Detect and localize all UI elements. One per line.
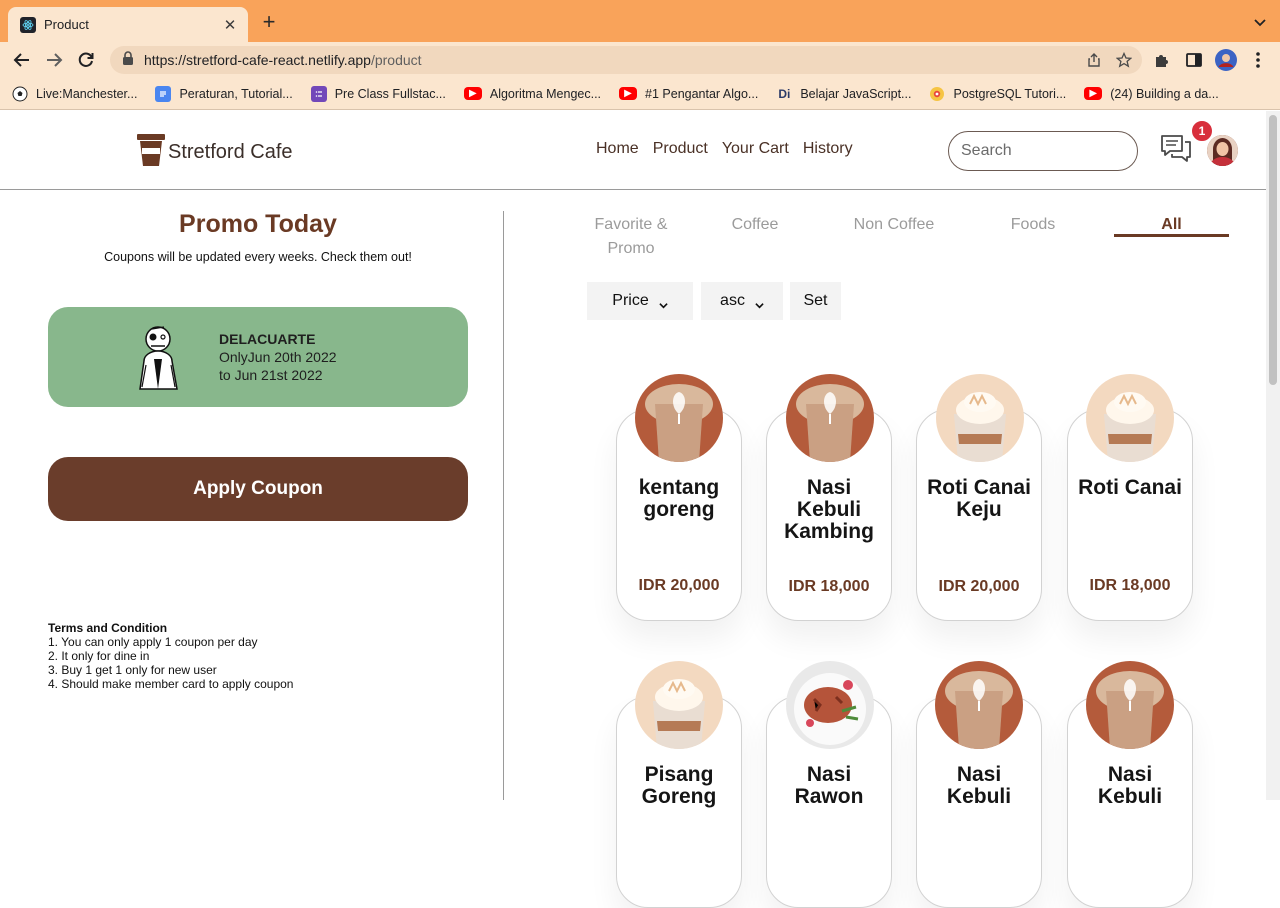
page-scrollbar[interactable] — [1266, 111, 1280, 800]
browser-menu-icon[interactable] — [1246, 48, 1270, 72]
product-image-frappe — [635, 661, 723, 749]
product-name: Pisang Goreng — [641, 763, 717, 808]
coupon-character-illustration — [132, 321, 188, 391]
main-nav: Home Product Your Cart History — [596, 140, 853, 158]
terms-item: 2. It only for dine in — [48, 649, 150, 663]
sort-field-select[interactable]: Price — [587, 282, 693, 320]
apply-coupon-button[interactable]: Apply Coupon — [48, 457, 468, 521]
product-price: IDR 18,000 — [788, 578, 870, 595]
reload-icon[interactable] — [74, 48, 98, 72]
promo-subtitle: Coupons will be updated every weeks. Che… — [104, 250, 412, 264]
bookmark-star-icon[interactable] — [1115, 51, 1133, 73]
product-image-latte — [935, 661, 1023, 749]
browser-toolbar: https://stretford-cafe-react.netlify.app… — [0, 42, 1280, 78]
tab-title: Product — [44, 17, 89, 32]
product-name: Nasi Kebuli — [1097, 763, 1163, 808]
terms-item: 1. You can only apply 1 coupon per day — [48, 635, 258, 649]
bookmarks-bar: Live:Manchester... Peraturan, Tutorial..… — [0, 78, 1280, 110]
coffee-cup-logo-icon — [136, 133, 166, 172]
forward-arrow-icon[interactable] — [42, 48, 66, 72]
product-price: IDR 20,000 — [938, 578, 1020, 595]
google-forms-icon — [310, 85, 327, 102]
product-image-latte — [1086, 661, 1174, 749]
product-name: Nasi Kebuli Kambing — [784, 476, 874, 543]
new-tab-icon[interactable]: + — [258, 11, 280, 34]
bookmark-item[interactable]: Live:Manchester... — [12, 86, 137, 102]
category-tab-favorite-promo[interactable]: Favorite & Promo — [578, 213, 684, 261]
user-avatar[interactable] — [1207, 135, 1238, 166]
extensions-puzzle-icon[interactable] — [1150, 48, 1174, 72]
terms-item: 3. Buy 1 get 1 only for new user — [48, 663, 217, 677]
category-tab-foods[interactable]: Foods — [992, 213, 1074, 237]
product-price: IDR 20,000 — [638, 577, 720, 594]
site-logo[interactable]: Stretford Cafe — [136, 133, 293, 172]
browser-tab-bar: Product ✕ + — [0, 0, 1280, 42]
terms-item: 4. Should make member card to apply coup… — [48, 677, 294, 691]
product-image-frappe — [1086, 374, 1174, 462]
browser-tab[interactable]: Product ✕ — [8, 7, 248, 42]
bookmark-item[interactable]: Di Belajar JavaScript... — [776, 86, 911, 102]
bookmark-item[interactable]: Peraturan, Tutorial... — [155, 85, 293, 102]
product-name: kentang goreng — [638, 476, 720, 521]
youtube-icon: ▶ — [463, 87, 482, 100]
terms-title: Terms and Condition — [48, 621, 168, 635]
product-name: Nasi Kebuli — [946, 763, 1012, 808]
search-input[interactable] — [948, 131, 1138, 171]
bookmark-item[interactable]: Pre Class Fullstac... — [310, 85, 446, 102]
product-image-frappe — [936, 374, 1024, 462]
product-name: Roti Canai — [1078, 476, 1182, 499]
sort-order-select[interactable]: asc — [701, 282, 783, 320]
product-image-latte — [635, 374, 723, 462]
profile-avatar-icon[interactable] — [1214, 48, 1238, 72]
category-tab-non-coffee[interactable]: Non Coffee — [838, 213, 950, 237]
category-tab-coffee[interactable]: Coffee — [710, 213, 800, 237]
bookmark-item[interactable]: PostgreSQL Tutori... — [929, 86, 1066, 102]
tab-search-chevron-icon[interactable] — [1252, 14, 1268, 30]
chevron-down-icon — [755, 297, 764, 308]
promo-title: Promo Today — [179, 210, 337, 238]
dicoding-icon: Di — [778, 86, 791, 101]
lock-icon[interactable] — [122, 50, 134, 70]
coupon-validity-start: OnlyJun 20th 2022 — [219, 349, 337, 365]
product-image-food-plate — [786, 661, 874, 749]
url-text: https://stretford-cafe-react.netlify.app… — [144, 52, 422, 68]
back-arrow-icon[interactable] — [10, 48, 34, 72]
page: Stretford Cafe Home Product Your Cart Hi… — [0, 111, 1266, 908]
coupon-code: DELACUARTE — [219, 331, 316, 347]
product-price: IDR 18,000 — [1089, 577, 1171, 594]
active-category-underline — [1114, 234, 1229, 237]
share-icon[interactable] — [1086, 52, 1102, 73]
tab-close-icon[interactable]: ✕ — [222, 16, 238, 34]
address-bar[interactable]: https://stretford-cafe-react.netlify.app… — [110, 46, 1142, 74]
google-docs-icon — [155, 85, 172, 102]
scrollbar-thumb[interactable] — [1269, 115, 1277, 385]
bookmark-item[interactable]: ▶ (24) Building a da... — [1084, 87, 1219, 101]
nav-home[interactable]: Home — [596, 140, 639, 158]
youtube-icon: ▶ — [619, 87, 638, 100]
side-panel-icon[interactable] — [1182, 48, 1206, 72]
chat-icon[interactable] — [1160, 133, 1192, 165]
panel-divider — [503, 211, 504, 800]
product-name: Nasi Rawon — [794, 763, 864, 808]
youtube-icon: ▶ — [1084, 87, 1103, 100]
nav-product[interactable]: Product — [653, 140, 708, 158]
site-header: Stretford Cafe Home Product Your Cart Hi… — [0, 111, 1266, 190]
set-sort-button[interactable]: Set — [790, 282, 841, 320]
chevron-down-icon — [659, 297, 668, 308]
nav-history[interactable]: History — [803, 140, 853, 158]
product-name: Roti Canai Keju — [927, 476, 1031, 521]
brand-name: Stretford Cafe — [168, 141, 293, 163]
terms-section: Terms and Condition 1. You can only appl… — [48, 621, 293, 691]
react-favicon-icon — [20, 16, 36, 33]
soccer-ball-icon — [12, 86, 28, 102]
product-image-latte — [786, 374, 874, 462]
coupon-validity-end: to Jun 21st 2022 — [219, 367, 323, 383]
bookmark-item[interactable]: ▶ Algoritma Mengec... — [463, 87, 601, 101]
nav-your-cart[interactable]: Your Cart — [722, 140, 789, 158]
bookmark-item[interactable]: ▶ #1 Pengantar Algo... — [619, 87, 758, 101]
postgresql-icon — [929, 86, 945, 102]
